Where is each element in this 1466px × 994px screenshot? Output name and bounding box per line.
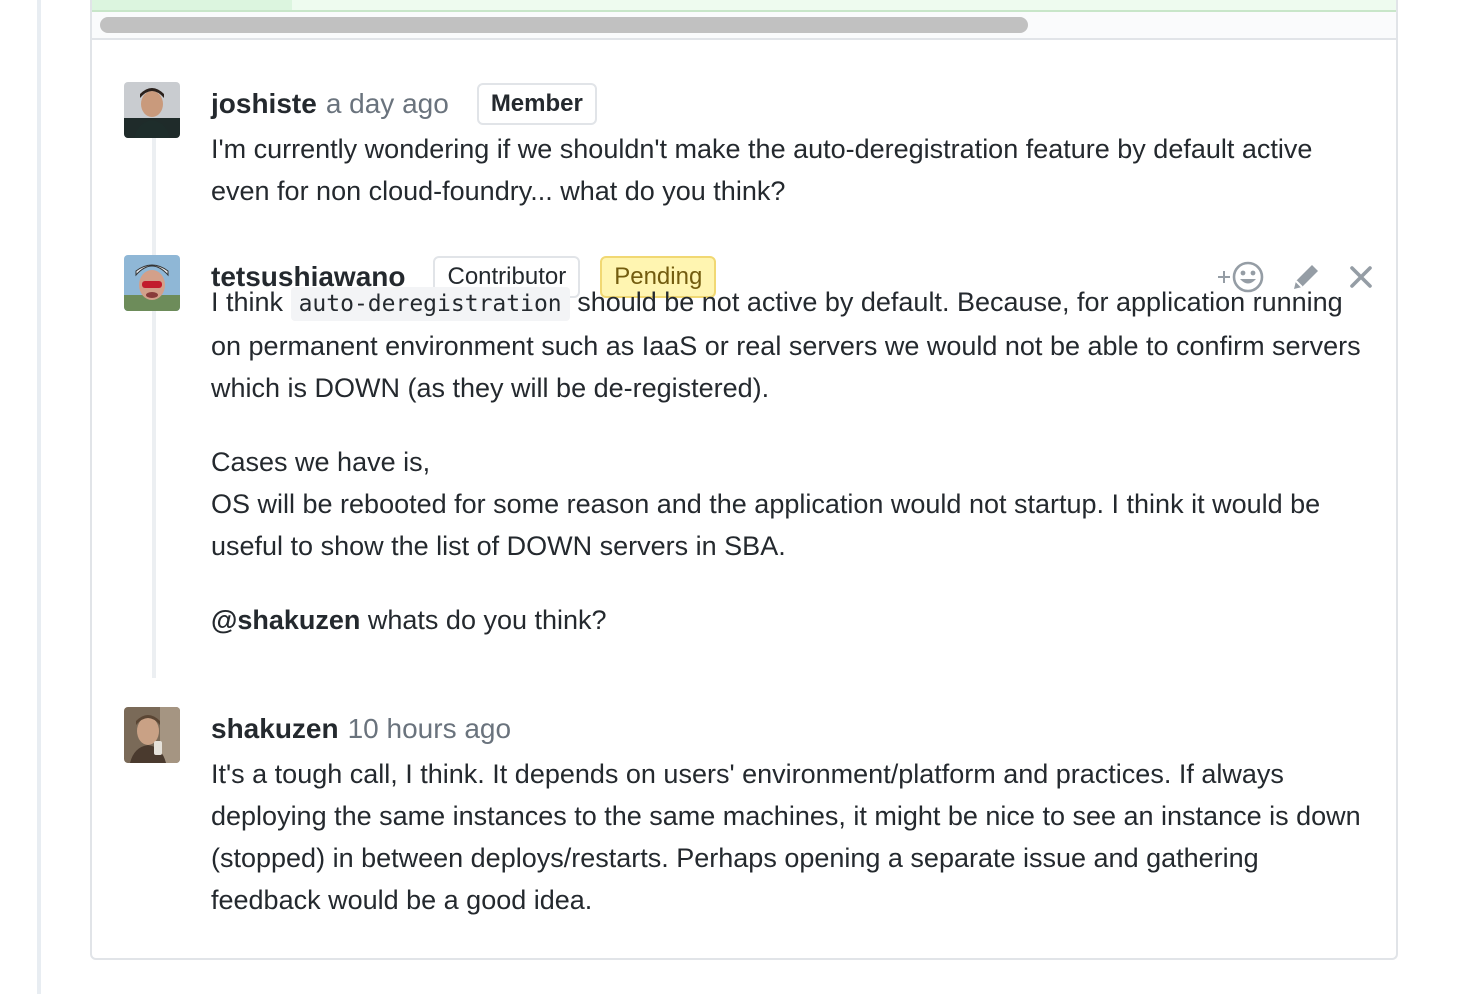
- text-run: I think: [211, 287, 284, 317]
- comment-paragraph: @shakuzen whats do you think?: [211, 599, 1361, 641]
- timestamp[interactable]: a day ago: [326, 88, 449, 120]
- scrollbar-thumb[interactable]: [100, 17, 1028, 33]
- comment-body: I'm currently wondering if we shouldn't …: [211, 128, 1361, 212]
- author-link[interactable]: shakuzen: [211, 713, 339, 745]
- comment-paragraph: Cases we have is, OS will be rebooted for…: [211, 441, 1361, 567]
- inline-code: auto-deregistration: [290, 287, 570, 321]
- member-badge: Member: [476, 83, 597, 125]
- comment-text: I'm currently wondering if we shouldn't …: [211, 134, 1313, 206]
- comment-body: It's a tough call, I think. It depends o…: [211, 753, 1361, 921]
- comment-header: joshiste a day ago Member: [211, 82, 597, 126]
- user-mention[interactable]: @shakuzen: [211, 605, 360, 635]
- comment-body: I think auto-deregistration should be no…: [211, 281, 1361, 641]
- comment-header: shakuzen 10 hours ago: [211, 707, 511, 751]
- diff-gutter: [92, 0, 292, 10]
- author-link[interactable]: joshiste: [211, 88, 317, 120]
- timeline-line: [37, 0, 41, 994]
- comment-joshiste: joshiste a day ago Member I'm currently …: [124, 82, 1374, 222]
- avatar[interactable]: [124, 707, 180, 763]
- horizontal-scrollbar[interactable]: [92, 12, 1396, 40]
- comment-tetsushiawano: tetsushiawano Contributor Pending I thin…: [124, 255, 1374, 675]
- diff-line: [92, 0, 1396, 12]
- text-run: whats do you think?: [367, 605, 607, 635]
- comment-shakuzen: shakuzen 10 hours ago It's a tough call,…: [124, 707, 1374, 927]
- timestamp[interactable]: 10 hours ago: [348, 713, 511, 745]
- text-run: OS will be rebooted for some reason and …: [211, 489, 1321, 561]
- review-thread-panel: joshiste a day ago Member I'm currently …: [90, 0, 1398, 960]
- avatar[interactable]: [124, 255, 180, 311]
- comment-paragraph: I think auto-deregistration should be no…: [211, 281, 1361, 409]
- comment-text: It's a tough call, I think. It depends o…: [211, 759, 1361, 915]
- avatar[interactable]: [124, 82, 180, 138]
- text-run: Cases we have is,: [211, 447, 431, 477]
